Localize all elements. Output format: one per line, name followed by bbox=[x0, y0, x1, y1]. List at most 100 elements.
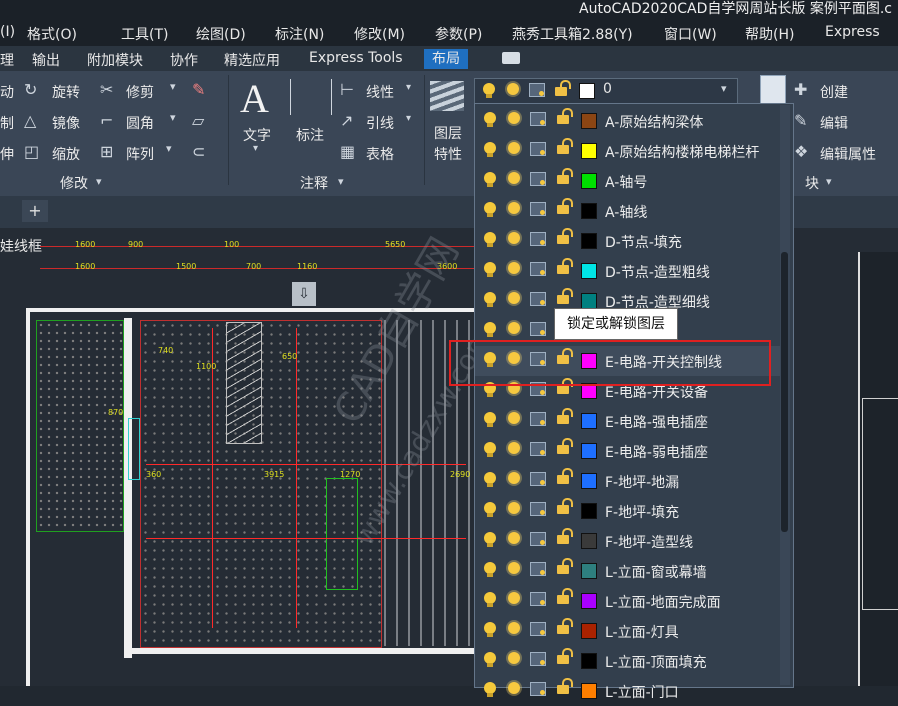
ribbon-toggle-icon[interactable] bbox=[502, 52, 520, 64]
menu-item[interactable]: (I) bbox=[0, 24, 15, 40]
layer-properties-icon[interactable] bbox=[430, 81, 464, 111]
layer-freeze-icon[interactable] bbox=[508, 472, 520, 484]
layer-on-icon[interactable] bbox=[484, 202, 496, 217]
layer-freeze-icon[interactable] bbox=[508, 232, 520, 244]
layer-freeze-icon[interactable] bbox=[508, 622, 520, 634]
chevron-down-icon[interactable]: ▾ bbox=[96, 175, 102, 188]
layer-on-icon[interactable] bbox=[484, 472, 496, 487]
layer-on-icon[interactable] bbox=[484, 682, 496, 697]
layer-color-swatch[interactable] bbox=[581, 293, 597, 309]
layer-color-swatch[interactable] bbox=[581, 653, 597, 669]
trim-icon[interactable]: ✂ bbox=[100, 80, 113, 99]
scale-button[interactable]: 缩放 bbox=[52, 144, 80, 164]
layer-freeze-icon[interactable] bbox=[508, 292, 520, 304]
viewport-freeze-icon[interactable] bbox=[530, 292, 546, 306]
viewport-freeze-icon[interactable] bbox=[530, 232, 546, 246]
rotate-button[interactable]: 旋转 bbox=[52, 82, 80, 102]
layer-lock-icon[interactable] bbox=[557, 198, 573, 214]
array-button[interactable]: 阵列 bbox=[126, 144, 154, 164]
viewport-freeze-icon[interactable] bbox=[530, 652, 546, 666]
viewport-freeze-icon[interactable] bbox=[530, 322, 546, 336]
layer-row[interactable]: L-立面-顶面填充 bbox=[475, 646, 781, 676]
copy-label[interactable]: 制 bbox=[0, 113, 14, 133]
layer-on-icon[interactable] bbox=[484, 592, 496, 607]
text-icon[interactable]: A bbox=[240, 75, 269, 122]
edit-block-button[interactable]: 编辑 bbox=[820, 113, 848, 133]
tab-layout[interactable]: 布局 bbox=[424, 49, 468, 69]
layer-on-icon[interactable] bbox=[484, 412, 496, 427]
layer-lock-icon[interactable] bbox=[557, 168, 573, 184]
layer-lock-icon[interactable] bbox=[557, 438, 573, 454]
layer-lock-icon[interactable] bbox=[557, 468, 573, 484]
layer-freeze-icon[interactable] bbox=[508, 682, 520, 694]
layer-on-icon[interactable] bbox=[484, 442, 496, 457]
scale-icon[interactable]: ◰ bbox=[24, 142, 39, 161]
tab-express-tools[interactable]: Express Tools bbox=[309, 50, 403, 66]
layer-freeze-icon[interactable] bbox=[508, 262, 520, 274]
layer-on-icon[interactable] bbox=[484, 532, 496, 547]
layer-color-swatch[interactable] bbox=[581, 503, 597, 519]
offset-icon[interactable]: ⊂ bbox=[192, 142, 205, 161]
layer-color-swatch[interactable] bbox=[581, 413, 597, 429]
layer-on-icon[interactable] bbox=[484, 172, 496, 187]
rotate-icon[interactable]: ↻ bbox=[24, 80, 37, 99]
viewport-label[interactable]: 娃线框 bbox=[0, 236, 42, 256]
text-button[interactable]: 文字 bbox=[243, 125, 271, 145]
chevron-down-icon[interactable]: ▾ bbox=[406, 82, 411, 93]
edit-attribute-icon[interactable]: ❖ bbox=[794, 142, 808, 161]
table-button[interactable]: 表格 bbox=[366, 144, 394, 164]
layer-row[interactable]: F-地坪-地漏 bbox=[475, 466, 781, 496]
tab-manage[interactable]: 理 bbox=[0, 50, 14, 70]
layer-on-icon[interactable] bbox=[484, 322, 496, 337]
menu-item[interactable]: 工具(T) bbox=[121, 24, 168, 44]
menu-item[interactable]: 窗口(W) bbox=[664, 24, 717, 44]
new-tab-button[interactable]: + bbox=[22, 200, 48, 222]
layer-color-swatch[interactable] bbox=[581, 563, 597, 579]
viewport-freeze-icon[interactable] bbox=[530, 142, 546, 156]
layer-row[interactable]: F-地坪-造型线 bbox=[475, 526, 781, 556]
mirror-icon[interactable]: △ bbox=[24, 111, 36, 130]
layer-freeze-icon[interactable] bbox=[508, 562, 520, 574]
layer-color-swatch[interactable] bbox=[581, 473, 597, 489]
layer-on-icon[interactable] bbox=[484, 142, 496, 157]
layer-row[interactable]: D-节点-造型粗线 bbox=[475, 256, 781, 286]
chevron-down-icon[interactable]: ▾ bbox=[253, 143, 258, 154]
layer-freeze-icon[interactable] bbox=[508, 532, 520, 544]
array-icon[interactable]: ⊞ bbox=[100, 142, 113, 161]
menu-item[interactable]: 参数(P) bbox=[435, 24, 482, 44]
dimension-button[interactable]: 标注 bbox=[296, 125, 324, 145]
layer-freeze-icon[interactable] bbox=[508, 322, 520, 334]
explode-icon[interactable]: ▱ bbox=[192, 111, 204, 130]
trim-button[interactable]: 修剪 bbox=[126, 82, 154, 102]
layer-lock-icon[interactable] bbox=[557, 558, 573, 574]
viewport-freeze-icon[interactable] bbox=[530, 502, 546, 516]
edit-block-icon[interactable]: ✎ bbox=[794, 111, 807, 130]
layer-lock-icon[interactable] bbox=[557, 528, 573, 544]
layer-color-swatch[interactable] bbox=[581, 203, 597, 219]
layer-lock-icon[interactable] bbox=[557, 258, 573, 274]
layer-freeze-icon[interactable] bbox=[508, 412, 520, 424]
fillet-icon[interactable]: ⌐ bbox=[100, 111, 113, 130]
viewport-freeze-icon[interactable] bbox=[530, 472, 546, 486]
dimension-icon[interactable] bbox=[290, 79, 332, 115]
layer-row[interactable]: E-电路-强电插座 bbox=[475, 406, 781, 436]
layer-lock-icon[interactable] bbox=[557, 678, 573, 694]
create-block-button[interactable]: 创建 bbox=[820, 82, 848, 102]
layer-on-icon[interactable] bbox=[484, 262, 496, 277]
tab-output[interactable]: 输出 bbox=[32, 50, 60, 70]
layer-row[interactable]: E-电路-弱电插座 bbox=[475, 436, 781, 466]
menu-item[interactable]: Express bbox=[825, 24, 880, 40]
layer-lock-icon[interactable] bbox=[557, 138, 573, 154]
erase-icon[interactable]: ✎ bbox=[192, 80, 205, 99]
layer-row[interactable]: A-原始结构楼梯电梯栏杆 bbox=[475, 136, 781, 166]
linear-button[interactable]: 线性 bbox=[366, 82, 394, 102]
insert-block-icon[interactable] bbox=[760, 75, 786, 105]
viewport-freeze-icon[interactable] bbox=[530, 562, 546, 576]
viewport-freeze-icon[interactable] bbox=[530, 262, 546, 276]
dropdown-scroll-thumb[interactable] bbox=[781, 252, 788, 532]
viewport-freeze-icon[interactable] bbox=[530, 172, 546, 186]
layer-on-icon[interactable] bbox=[484, 232, 496, 247]
menu-item[interactable]: 格式(O) bbox=[27, 24, 77, 44]
layer-properties-label-1[interactable]: 图层 bbox=[434, 123, 462, 143]
layer-properties-label-2[interactable]: 特性 bbox=[434, 144, 462, 164]
